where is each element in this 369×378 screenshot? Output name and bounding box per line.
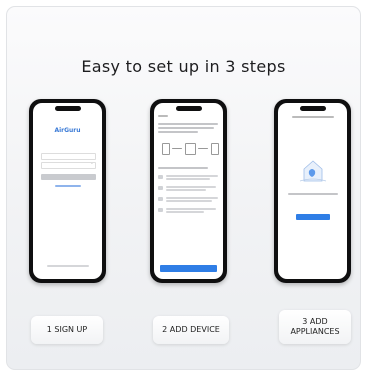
step-icon [158, 208, 163, 212]
phone-add-appliances [274, 99, 351, 283]
phone-screen [278, 103, 347, 279]
email-field[interactable] [41, 153, 96, 160]
step-text [166, 186, 216, 188]
page-title: Easy to set up in 3 steps [81, 57, 286, 76]
connect-line [172, 148, 182, 149]
eye-icon[interactable]: · [91, 162, 93, 168]
footer-links [47, 265, 89, 267]
phone-notch [299, 106, 326, 111]
step-text [166, 208, 216, 210]
add-appliance-button[interactable] [296, 214, 330, 220]
sign-up-link[interactable] [55, 185, 81, 187]
step-2-label: 2 ADD DEVICE [153, 316, 229, 344]
instruction-line [158, 127, 214, 129]
step-text [166, 211, 204, 213]
product-card: Easy to set up in 3 steps AirGuru · 1 SI… [6, 6, 361, 370]
router-icon [162, 143, 170, 155]
back-link[interactable] [158, 115, 168, 117]
step-icon [158, 197, 163, 201]
step-text [166, 175, 218, 177]
phone-screen: AirGuru · [33, 103, 102, 279]
next-button[interactable] [160, 265, 217, 272]
step-3-label: 3 ADD APPLIANCES [279, 310, 351, 344]
phone-sign-up: AirGuru · [29, 99, 106, 283]
device-icon [185, 143, 196, 155]
phone-notch [175, 106, 202, 111]
password-field[interactable] [41, 162, 96, 169]
phone-screen [154, 103, 223, 279]
step-text [166, 189, 206, 191]
screen-header [292, 116, 334, 118]
home-illustration-icon [299, 160, 327, 182]
step-icon [158, 186, 163, 190]
sign-in-button[interactable] [41, 174, 96, 180]
section-heading [158, 167, 208, 169]
phone-icon [211, 143, 219, 155]
step-icon [158, 175, 163, 179]
connect-line [198, 148, 208, 149]
step-label-text: 2 ADD DEVICE [162, 325, 220, 334]
phone-notch [54, 106, 81, 111]
step-text [166, 178, 210, 180]
instruction-line [158, 131, 198, 133]
phone-add-device [150, 99, 227, 283]
step-1-label: 1 SIGN UP [31, 316, 103, 344]
instruction-line [158, 123, 218, 125]
brand-logo: AirGuru [54, 127, 81, 134]
step-label-text: 3 ADD APPLIANCES [290, 317, 340, 336]
step-text [166, 200, 212, 202]
step-label-text: 1 SIGN UP [46, 325, 88, 334]
step-text [166, 197, 218, 199]
empty-state-text [288, 193, 338, 195]
